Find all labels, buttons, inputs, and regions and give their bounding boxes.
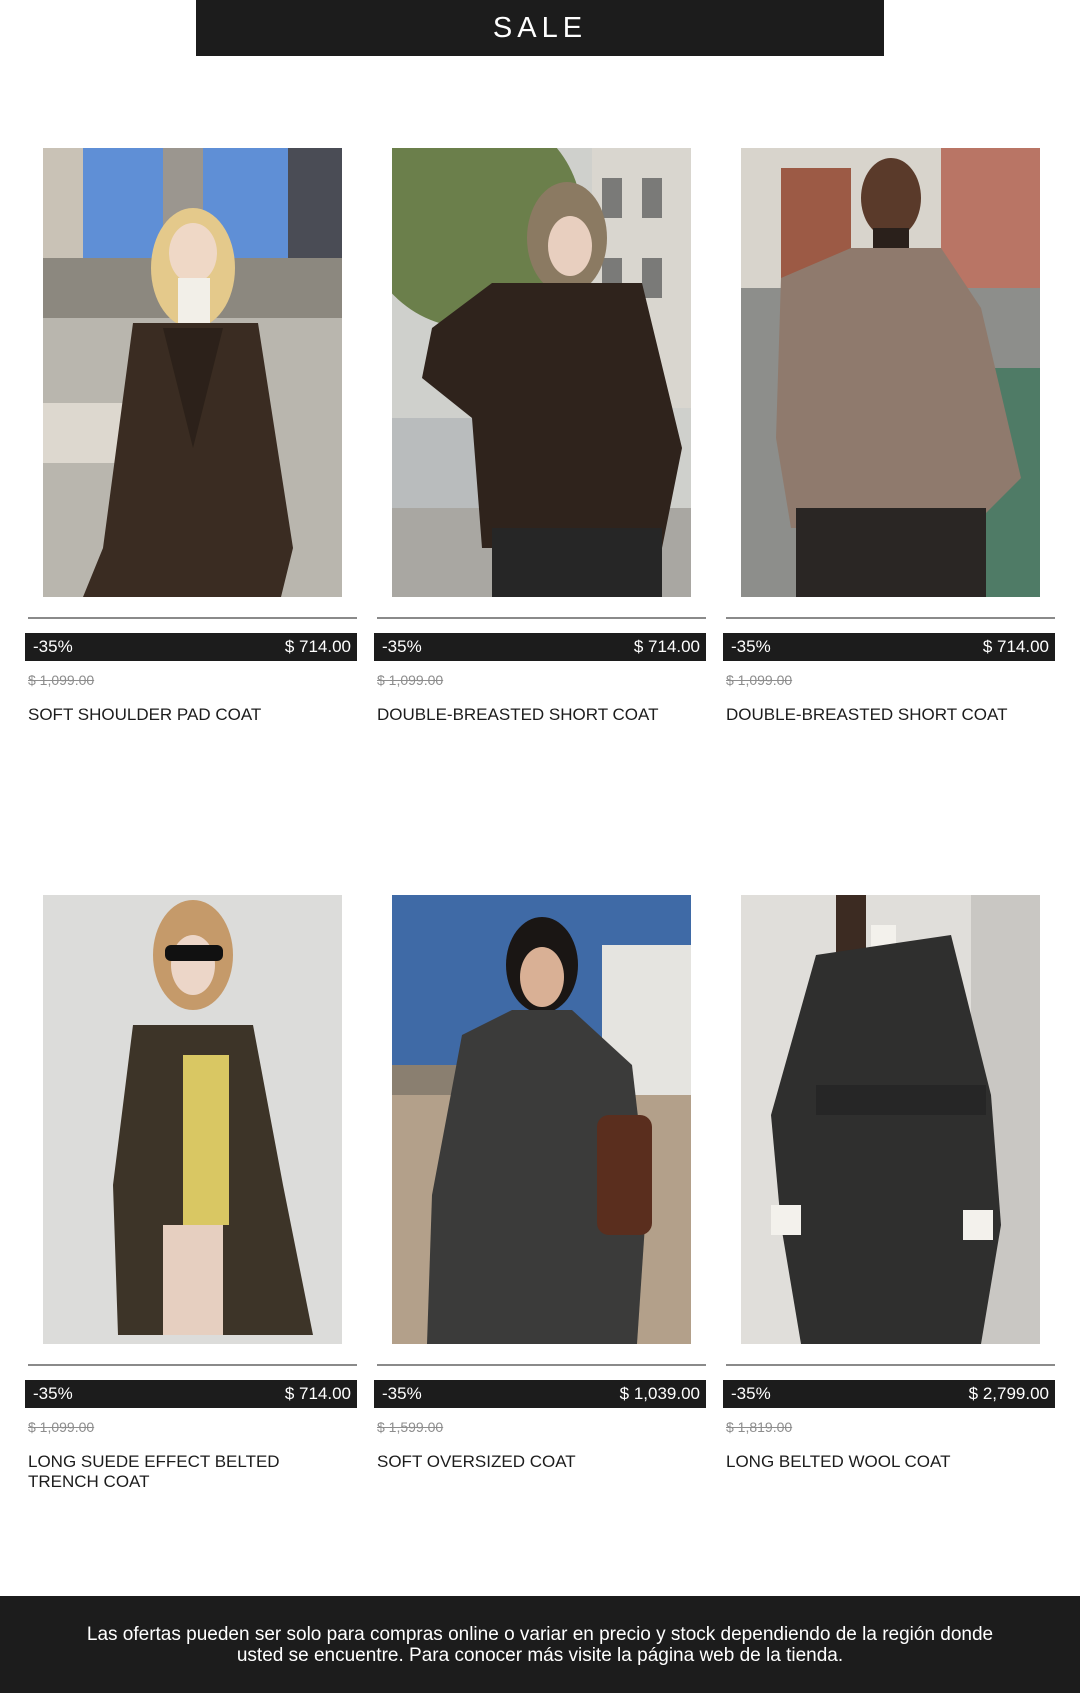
product-name[interactable]: DOUBLE-BREASTED SHORT COAT — [377, 705, 697, 725]
divider — [28, 617, 357, 619]
divider — [726, 1364, 1055, 1366]
original-price: $ 1,599.00 — [377, 1419, 444, 1435]
price-bar: -35% $ 714.00 — [25, 633, 357, 661]
product-image[interactable] — [392, 895, 691, 1344]
price-bar: -35% $ 714.00 — [25, 1380, 357, 1408]
sale-price: $ 714.00 — [284, 1384, 351, 1403]
sale-price: $ 714.00 — [284, 637, 351, 656]
product-image[interactable] — [43, 895, 342, 1344]
divider — [377, 617, 706, 619]
product-name[interactable]: LONG BELTED WOOL COAT — [726, 1452, 1046, 1472]
sale-price: $ 714.00 — [982, 637, 1049, 656]
sale-title: SALE — [492, 11, 588, 44]
product-name[interactable]: SOFT OVERSIZED COAT — [377, 1452, 697, 1472]
sale-banner: SALE — [196, 0, 884, 56]
discount-badge: -35% — [382, 637, 422, 656]
product-image[interactable] — [392, 148, 691, 597]
original-price: $ 1,099.00 — [726, 672, 793, 688]
original-price: $ 1,099.00 — [28, 672, 95, 688]
original-price: $ 1,099.00 — [377, 672, 444, 688]
product-image[interactable] — [741, 148, 1040, 597]
product-name[interactable]: LONG SUEDE EFFECT BELTED TRENCH COAT — [28, 1452, 348, 1492]
original-price: $ 1,099.00 — [28, 1419, 95, 1435]
divider — [28, 1364, 357, 1366]
disclaimer-text: Las ofertas pueden ser solo para compras… — [86, 1623, 994, 1666]
price-bar: -35% $ 714.00 — [723, 633, 1055, 661]
sale-price: $ 714.00 — [633, 637, 700, 656]
footer: Las ofertas pueden ser solo para compras… — [0, 1596, 1080, 1693]
discount-badge: -35% — [382, 1384, 422, 1403]
discount-badge: -35% — [731, 637, 771, 656]
discount-badge: -35% — [33, 1384, 73, 1403]
discount-badge: -35% — [33, 637, 73, 656]
price-bar: -35% $ 1,039.00 — [374, 1380, 706, 1408]
sale-price: $ 1,039.00 — [619, 1384, 700, 1403]
discount-badge: -35% — [731, 1384, 771, 1403]
product-name[interactable]: DOUBLE-BREASTED SHORT COAT — [726, 705, 1046, 725]
price-bar: -35% $ 714.00 — [374, 633, 706, 661]
sale-price: $ 2,799.00 — [968, 1384, 1049, 1403]
product-image[interactable] — [43, 148, 342, 597]
original-price: $ 1,819.00 — [726, 1419, 793, 1435]
price-bar: -35% $ 2,799.00 — [723, 1380, 1055, 1408]
divider — [377, 1364, 706, 1366]
product-image[interactable] — [741, 895, 1040, 1344]
product-name[interactable]: SOFT SHOULDER PAD COAT — [28, 705, 348, 725]
divider — [726, 617, 1055, 619]
